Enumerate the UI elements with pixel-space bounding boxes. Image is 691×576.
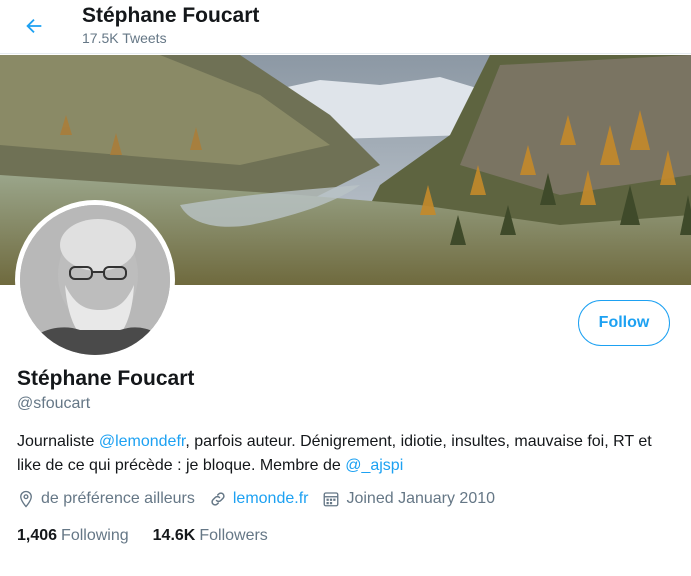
profile-stats: 1,406 Following 14.6K Followers [17,527,292,545]
profile-handle: @sfoucart [17,395,91,412]
location-text: de préférence ailleurs [41,490,195,507]
profile-name: Stéphane Foucart [17,367,195,390]
arrow-left-icon [26,18,42,34]
joined-text: Joined January 2010 [346,490,496,507]
profile-meta: de préférence ailleurs lemonde.fr Joined… [17,487,509,511]
header-title: Stéphane Foucart [82,4,260,27]
follow-button[interactable]: Follow [578,300,670,346]
followers-count: 14.6K [152,527,196,544]
profile-bio: Journaliste @lemondefr, parfois auteur. … [17,430,677,478]
location-pin-icon [20,490,32,508]
mention-link-ajspi[interactable]: @_ajspi [345,457,403,474]
avatar-photo [20,205,170,355]
following-count: 1,406 [17,527,58,544]
tweet-count: 17.5K Tweets [82,30,167,46]
joined-item: Joined January 2010 [322,490,495,508]
profile-header-bar: Stéphane Foucart 17.5K Tweets [0,0,691,54]
avatar[interactable] [15,200,175,360]
avatar-portrait [20,205,170,355]
back-button[interactable] [16,8,52,44]
website-item: lemonde.fr [209,490,309,508]
mention-link-lemondefr[interactable]: @lemondefr [99,433,186,450]
website-link[interactable]: lemonde.fr [233,490,309,508]
following-label: Following [61,527,129,544]
followers-link[interactable]: 14.6K Followers [153,527,268,545]
followers-label: Followers [199,527,268,544]
location-item: de préférence ailleurs [17,490,195,508]
calendar-icon [324,492,339,507]
link-icon [211,492,225,506]
following-link[interactable]: 1,406 Following [17,527,129,545]
bio-text: Journaliste [17,433,99,450]
